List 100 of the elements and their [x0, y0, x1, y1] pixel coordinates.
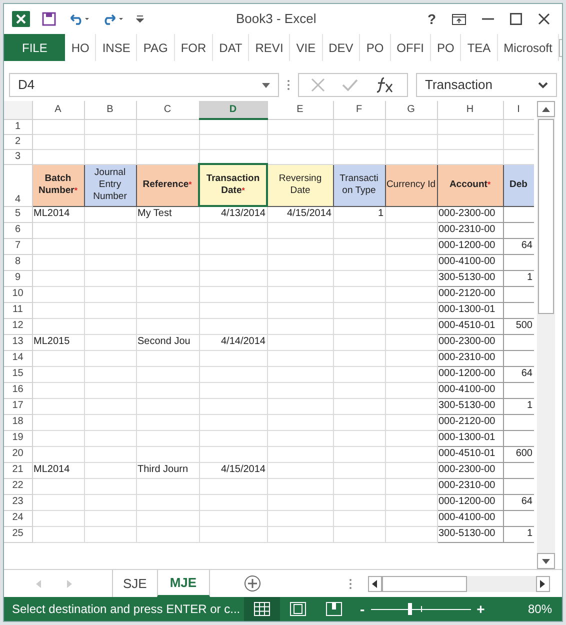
- undo-icon[interactable]: [68, 13, 90, 25]
- close-icon[interactable]: [538, 13, 550, 25]
- vertical-scrollbar[interactable]: [537, 101, 555, 569]
- header-cell[interactable]: Reversing Date: [267, 164, 333, 206]
- table-cell: 000-4100-00: [438, 384, 496, 395]
- scroll-up-icon[interactable]: [542, 106, 550, 112]
- row-header[interactable]: 7: [4, 238, 32, 254]
- table-cell: Second Jou: [138, 336, 190, 347]
- row-header[interactable]: 14: [4, 350, 32, 366]
- row-header[interactable]: 3: [4, 149, 32, 164]
- ribbon-tab[interactable]: REVI: [249, 34, 290, 61]
- table-cell: 64: [521, 368, 532, 379]
- table-cell: 000-2300-00: [438, 336, 496, 347]
- table-cell: 300-5130-00: [438, 528, 496, 539]
- row-header[interactable]: 13: [4, 334, 32, 350]
- formula-field[interactable]: Transaction: [416, 73, 557, 97]
- header-cell[interactable]: Transacti on Type: [333, 164, 385, 206]
- header-cell[interactable]: Account*: [437, 164, 503, 206]
- function-icon[interactable]: [374, 76, 395, 94]
- add-sheet-icon[interactable]: [244, 575, 261, 592]
- row-header[interactable]: 23: [4, 494, 32, 510]
- table-cell: 000-2310-00: [438, 224, 496, 235]
- customize-caret-icon[interactable]: [136, 15, 144, 23]
- table-cell: 000-1200-00: [438, 240, 496, 251]
- minimize-icon[interactable]: [482, 18, 494, 20]
- zoom-level[interactable]: 80%: [528, 600, 562, 618]
- ribbon-tab[interactable]: PO: [360, 34, 391, 61]
- column-header[interactable]: D: [199, 101, 267, 119]
- zoom-out-button[interactable]: -: [360, 598, 365, 620]
- maximize-icon[interactable]: [510, 13, 522, 25]
- table-cell: 4/14/2014: [221, 336, 266, 347]
- dropdown-caret-icon[interactable]: [262, 82, 270, 88]
- expand-icon[interactable]: [538, 82, 548, 88]
- table-cell: 000-4100-00: [438, 512, 496, 523]
- ribbon-tab[interactable]: VIE: [290, 34, 323, 61]
- help-button[interactable]: ?: [427, 8, 436, 30]
- table-cell: 000-4510-01: [438, 320, 496, 331]
- slider-thumb[interactable]: [408, 603, 412, 615]
- row-header[interactable]: 4: [4, 164, 32, 206]
- row-header[interactable]: 21: [4, 462, 32, 478]
- row-header[interactable]: 9: [4, 270, 32, 286]
- redo-icon[interactable]: [102, 13, 124, 25]
- row-header[interactable]: 17: [4, 398, 32, 414]
- header-cell[interactable]: Transaction Date*: [199, 164, 267, 206]
- scroll-down-icon[interactable]: [542, 558, 550, 564]
- column-header[interactable]: I: [503, 101, 534, 119]
- column-header[interactable]: A: [32, 101, 84, 119]
- row-header[interactable]: 5: [4, 206, 32, 222]
- ribbon-tab[interactable]: PO: [430, 34, 462, 61]
- sheet-tab[interactable]: SJE: [113, 570, 157, 597]
- ribbon-tab[interactable]: FOR: [174, 34, 214, 61]
- row-header[interactable]: 6: [4, 222, 32, 238]
- column-header[interactable]: H: [437, 101, 503, 119]
- check-icon[interactable]: [342, 79, 358, 91]
- row-header[interactable]: 8: [4, 254, 32, 270]
- column-header[interactable]: B: [84, 101, 136, 119]
- ribbon-tab[interactable]: PAG: [137, 34, 175, 61]
- file-tab[interactable]: FILE: [4, 34, 66, 61]
- row-header[interactable]: 16: [4, 382, 32, 398]
- header-cell[interactable]: Deb: [503, 164, 534, 206]
- header-cell[interactable]: Batch Number*: [32, 164, 84, 206]
- row-header[interactable]: 15: [4, 366, 32, 382]
- ribbon-display-icon[interactable]: [452, 14, 466, 24]
- row-header[interactable]: 25: [4, 526, 32, 542]
- ribbon-tab[interactable]: HO: [65, 34, 96, 61]
- table-cell: 64: [521, 240, 532, 251]
- ribbon-tab[interactable]: INSE: [96, 34, 138, 61]
- column-header[interactable]: F: [333, 101, 385, 119]
- column-header[interactable]: C: [136, 101, 199, 119]
- sheet-tab[interactable]: MJE: [156, 570, 210, 597]
- view-button[interactable]: [244, 597, 280, 621]
- ribbon-tab[interactable]: DAT: [213, 34, 250, 61]
- name-box[interactable]: D4: [9, 73, 279, 97]
- header-cell[interactable]: Journal Entry Number: [84, 164, 136, 206]
- table-cell: 000-2300-00: [438, 464, 496, 475]
- column-header[interactable]: G: [385, 101, 437, 119]
- header-cell[interactable]: Currency Id: [385, 164, 437, 206]
- header-cell[interactable]: Reference*: [136, 164, 199, 206]
- ribbon-tab[interactable]: TEA: [461, 34, 498, 61]
- row-header[interactable]: 12: [4, 318, 32, 334]
- ribbon-tab[interactable]: OFFI: [390, 34, 431, 61]
- horizontal-scrollbar[interactable]: [368, 576, 550, 592]
- table-cell: 64: [521, 496, 532, 507]
- row-header[interactable]: 24: [4, 510, 32, 526]
- save-icon[interactable]: [42, 12, 56, 26]
- scroll-left-icon[interactable]: [372, 580, 378, 588]
- row-header[interactable]: 10: [4, 286, 32, 302]
- zoom-in-button[interactable]: +: [476, 598, 485, 620]
- row-header[interactable]: 1: [4, 119, 32, 134]
- zoom-slider[interactable]: [370, 603, 471, 615]
- row-header[interactable]: 18: [4, 414, 32, 430]
- table-cell: 000-2120-00: [438, 416, 496, 427]
- row-header[interactable]: 22: [4, 478, 32, 494]
- row-header[interactable]: 20: [4, 446, 32, 462]
- row-header[interactable]: 2: [4, 134, 32, 149]
- row-header[interactable]: 19: [4, 430, 32, 446]
- table-cell: 000-1200-00: [438, 496, 496, 507]
- row-header[interactable]: 11: [4, 302, 32, 318]
- ribbon-tab[interactable]: DEV: [322, 34, 360, 61]
- column-header[interactable]: E: [267, 101, 333, 119]
